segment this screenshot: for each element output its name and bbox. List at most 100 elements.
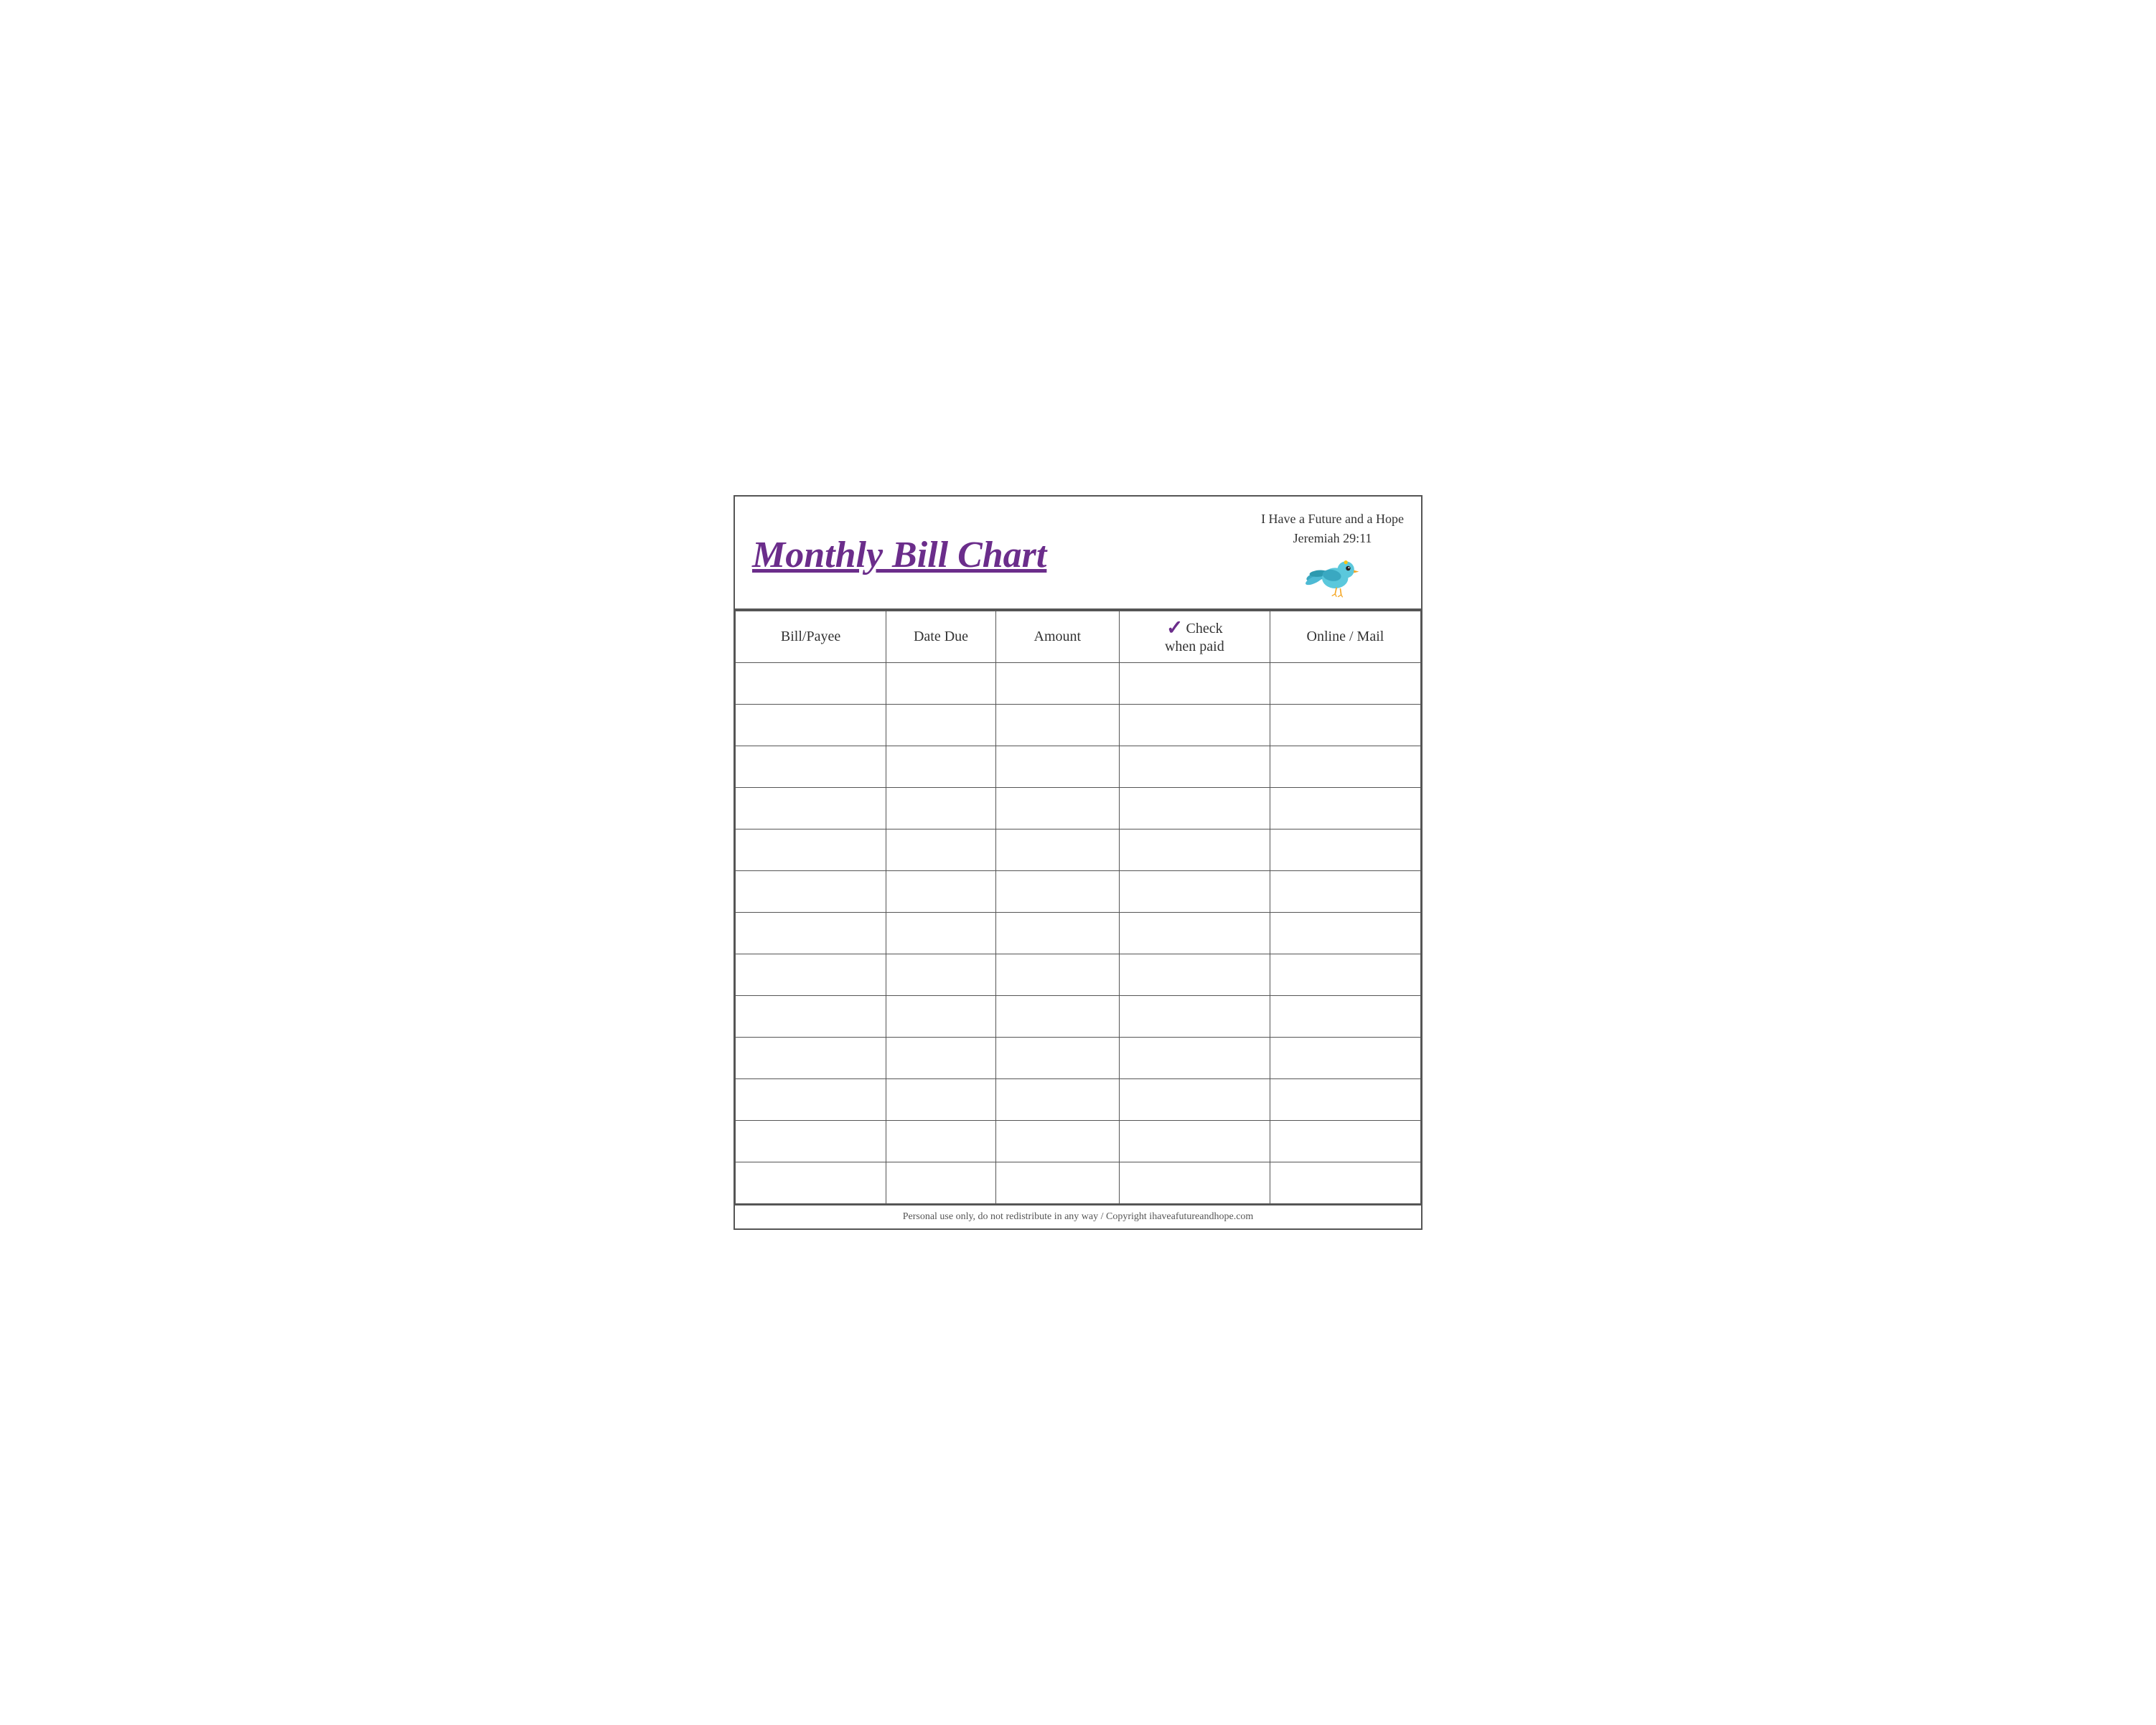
table-cell[interactable] xyxy=(1119,871,1270,913)
table-cell[interactable] xyxy=(1119,1121,1270,1162)
table-cell[interactable] xyxy=(736,1121,886,1162)
footer: Personal use only, do not redistribute i… xyxy=(735,1204,1421,1228)
table-cell[interactable] xyxy=(995,788,1119,829)
table-cell[interactable] xyxy=(736,663,886,705)
table-cell[interactable] xyxy=(736,996,886,1038)
header: Monthly Bill Chart I Have a Future and a… xyxy=(735,497,1421,611)
table-cell[interactable] xyxy=(886,788,996,829)
table-cell[interactable] xyxy=(1270,705,1420,746)
checkmark-icon: ✓ xyxy=(1166,619,1183,639)
check-top-word: Check xyxy=(1186,621,1223,637)
table-cell[interactable] xyxy=(1270,746,1420,788)
table-cell[interactable] xyxy=(886,871,996,913)
table-cell[interactable] xyxy=(995,1121,1119,1162)
main-title: Monthly Bill Chart xyxy=(752,535,1046,575)
title-block: Monthly Bill Chart xyxy=(752,535,1046,575)
table-section: Bill/Payee Date Due Amount ✓ Check when … xyxy=(735,611,1421,1204)
table-cell[interactable] xyxy=(736,1162,886,1204)
table-row xyxy=(736,1038,1421,1079)
table-cell[interactable] xyxy=(995,829,1119,871)
table-cell[interactable] xyxy=(995,1038,1119,1079)
check-subtext: when paid xyxy=(1165,639,1224,655)
table-cell[interactable] xyxy=(995,996,1119,1038)
footer-text: Personal use only, do not redistribute i… xyxy=(903,1211,1254,1222)
table-cell[interactable] xyxy=(1119,996,1270,1038)
table-row xyxy=(736,705,1421,746)
table-cell[interactable] xyxy=(1270,663,1420,705)
table-row xyxy=(736,829,1421,871)
table-cell[interactable] xyxy=(1270,829,1420,871)
table-cell[interactable] xyxy=(886,746,996,788)
table-row xyxy=(736,1079,1421,1121)
bird-container xyxy=(1304,551,1361,601)
table-cell[interactable] xyxy=(1270,1162,1420,1204)
check-header-content: ✓ Check when paid xyxy=(1125,619,1264,655)
table-cell[interactable] xyxy=(1119,705,1270,746)
table-cell[interactable] xyxy=(736,871,886,913)
page: Monthly Bill Chart I Have a Future and a… xyxy=(733,495,1423,1230)
table-cell[interactable] xyxy=(1119,1038,1270,1079)
table-row xyxy=(736,913,1421,954)
table-cell[interactable] xyxy=(1119,829,1270,871)
table-cell[interactable] xyxy=(1270,1038,1420,1079)
table-row xyxy=(736,1121,1421,1162)
table-cell[interactable] xyxy=(886,829,996,871)
table-cell[interactable] xyxy=(995,746,1119,788)
table-cell[interactable] xyxy=(995,913,1119,954)
table-row xyxy=(736,788,1421,829)
table-cell[interactable] xyxy=(1119,954,1270,996)
table-cell[interactable] xyxy=(886,913,996,954)
table-cell[interactable] xyxy=(1119,913,1270,954)
table-cell[interactable] xyxy=(1119,663,1270,705)
table-cell[interactable] xyxy=(886,996,996,1038)
table-cell[interactable] xyxy=(736,1079,886,1121)
table-cell[interactable] xyxy=(886,705,996,746)
table-cell[interactable] xyxy=(886,1038,996,1079)
table-row xyxy=(736,996,1421,1038)
table-row xyxy=(736,746,1421,788)
col-header-check: ✓ Check when paid xyxy=(1119,611,1270,663)
table-cell[interactable] xyxy=(736,829,886,871)
table-cell[interactable] xyxy=(736,1038,886,1079)
table-cell[interactable] xyxy=(995,954,1119,996)
table-cell[interactable] xyxy=(886,954,996,996)
table-cell[interactable] xyxy=(1119,746,1270,788)
scripture-line1: I Have a Future and a Hope xyxy=(1261,512,1404,526)
table-cell[interactable] xyxy=(736,954,886,996)
table-cell[interactable] xyxy=(886,1121,996,1162)
table-cell[interactable] xyxy=(736,705,886,746)
col-header-date: Date Due xyxy=(886,611,996,663)
table-cell[interactable] xyxy=(886,1162,996,1204)
col-header-online: Online / Mail xyxy=(1270,611,1420,663)
table-cell[interactable] xyxy=(1119,1079,1270,1121)
table-cell[interactable] xyxy=(995,871,1119,913)
table-cell[interactable] xyxy=(736,746,886,788)
table-cell[interactable] xyxy=(886,663,996,705)
table-cell[interactable] xyxy=(736,913,886,954)
table-cell[interactable] xyxy=(1270,871,1420,913)
table-cell[interactable] xyxy=(1270,1079,1420,1121)
table-cell[interactable] xyxy=(736,788,886,829)
right-block: I Have a Future and a Hope Jeremiah 29:1… xyxy=(1261,509,1404,601)
table-cell[interactable] xyxy=(886,1079,996,1121)
bill-table: Bill/Payee Date Due Amount ✓ Check when … xyxy=(735,611,1421,1204)
check-top-row: ✓ Check xyxy=(1166,619,1223,639)
scripture-line2: Jeremiah 29:11 xyxy=(1293,531,1372,545)
table-cell[interactable] xyxy=(1270,996,1420,1038)
table-cell[interactable] xyxy=(995,1079,1119,1121)
table-body xyxy=(736,663,1421,1204)
table-cell[interactable] xyxy=(1119,788,1270,829)
table-cell[interactable] xyxy=(1270,954,1420,996)
table-header-row: Bill/Payee Date Due Amount ✓ Check when … xyxy=(736,611,1421,663)
table-row xyxy=(736,871,1421,913)
table-cell[interactable] xyxy=(1270,1121,1420,1162)
table-cell[interactable] xyxy=(1119,1162,1270,1204)
table-cell[interactable] xyxy=(995,1162,1119,1204)
col-header-bill: Bill/Payee xyxy=(736,611,886,663)
col-header-amount: Amount xyxy=(995,611,1119,663)
table-cell[interactable] xyxy=(1270,788,1420,829)
table-cell[interactable] xyxy=(995,663,1119,705)
table-cell[interactable] xyxy=(995,705,1119,746)
scripture-text: I Have a Future and a Hope Jeremiah 29:1… xyxy=(1261,509,1404,548)
table-cell[interactable] xyxy=(1270,913,1420,954)
